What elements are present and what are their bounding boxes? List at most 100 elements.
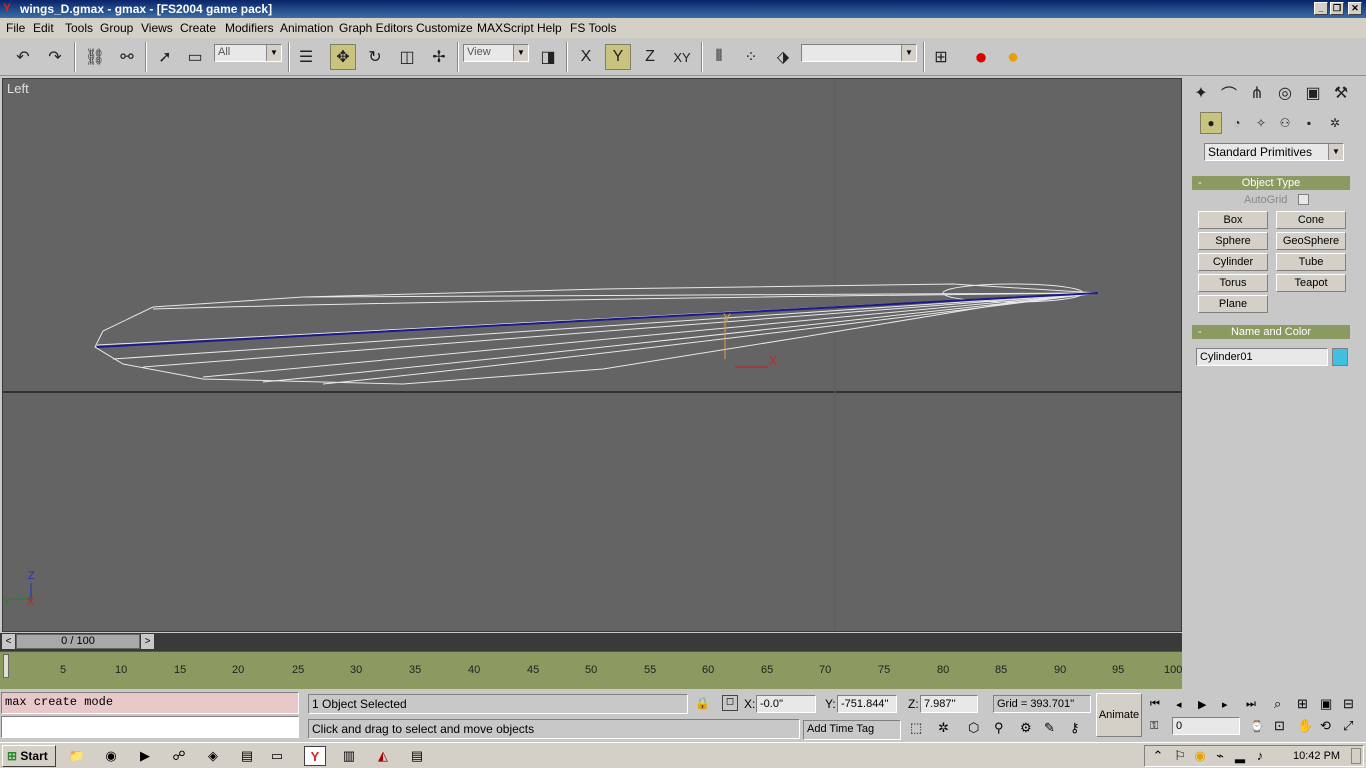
cylinder-button[interactable]: Cylinder — [1198, 253, 1268, 271]
clock[interactable]: 10:42 PM — [1293, 750, 1340, 762]
autogrid-checkbox[interactable] — [1298, 194, 1309, 205]
pivot-center-icon[interactable]: ◨ — [535, 44, 561, 70]
select-by-name-icon[interactable]: ☰ — [293, 44, 319, 70]
spinner-snap-icon[interactable]: ⚲ — [994, 720, 1004, 736]
pan-icon[interactable]: ✋ — [1297, 718, 1313, 734]
display-tab-icon[interactable]: ▣ — [1300, 80, 1326, 106]
start-button[interactable]: ⊞ Start — [2, 745, 56, 767]
menu-modifiers[interactable]: Modifiers — [225, 21, 274, 35]
y-coordinate-field[interactable]: -751.844'' — [837, 695, 897, 713]
manipulate-icon[interactable]: ✢ — [426, 44, 452, 70]
cameras-icon[interactable]: ⚇ — [1274, 112, 1296, 134]
menu-help[interactable]: Help — [537, 21, 562, 35]
teapot-button[interactable]: Teapot — [1276, 274, 1346, 292]
maximize-viewport-icon[interactable]: ⤢ — [1343, 718, 1353, 734]
selection-lock-icon[interactable]: ⚷ — [1070, 720, 1080, 736]
notepad-icon[interactable]: ▤ — [406, 746, 428, 766]
arc-rotate-icon[interactable]: ⟲ — [1320, 718, 1331, 734]
utilities-tab-icon[interactable]: ⚒ — [1328, 80, 1354, 106]
go-to-start-icon[interactable]: ⏮ — [1150, 698, 1160, 711]
lock-selection-icon[interactable]: 🔒 — [695, 696, 710, 710]
volume-icon[interactable]: ♪ — [1249, 746, 1271, 766]
maxscript-listener[interactable]: max create mode — [1, 692, 299, 714]
key-mode-icon[interactable]: ⚿ — [1150, 720, 1158, 733]
geometry-icon[interactable]: ● — [1200, 112, 1222, 134]
category-dropdown[interactable]: Standard Primitives ▼ — [1204, 143, 1344, 161]
window-icon[interactable]: ▭ — [266, 746, 288, 766]
media-player-icon[interactable]: ▶ — [134, 746, 156, 766]
hierarchy-tab-icon[interactable]: ⋔ — [1244, 80, 1270, 106]
next-frame-icon[interactable]: ▸ — [1222, 698, 1228, 711]
tube-button[interactable]: Tube — [1276, 253, 1346, 271]
frame-marker[interactable] — [3, 654, 9, 678]
helpers-icon[interactable]: ▪ — [1298, 112, 1320, 134]
object-name-field[interactable]: Cylinder01 — [1196, 348, 1328, 366]
show-desktop-button[interactable] — [1351, 748, 1361, 764]
schematic-view-icon[interactable]: ⊞ — [928, 44, 954, 70]
cone-button[interactable]: Cone — [1276, 211, 1346, 229]
zoom-extents-icon[interactable]: ▣ — [1320, 696, 1332, 712]
close-button[interactable]: ✕ — [1348, 2, 1362, 15]
menu-animation[interactable]: Animation — [280, 21, 333, 35]
time-slider-thumb[interactable]: 0 / 100 — [16, 634, 140, 649]
render-icon[interactable]: ● — [1000, 44, 1026, 70]
menu-edit[interactable]: Edit — [33, 21, 54, 35]
region-select-icon[interactable]: ▭ — [182, 44, 208, 70]
unlink-icon[interactable]: ⚯ — [114, 44, 140, 70]
space-warps-icon[interactable]: ✲ — [1324, 112, 1346, 134]
shapes-icon[interactable]: ◔ — [1226, 112, 1248, 134]
x-coordinate-field[interactable]: -0.0'' — [756, 695, 816, 713]
object-type-rollout-header[interactable]: - Object Type — [1192, 176, 1350, 190]
menu-views[interactable]: Views — [141, 21, 173, 35]
menu-customize[interactable]: Customize — [416, 21, 473, 35]
explorer-icon[interactable]: ▤ — [236, 746, 258, 766]
previous-frame-icon[interactable]: ◂ — [1176, 698, 1182, 711]
menu-create[interactable]: Create — [180, 21, 216, 35]
time-prev-button[interactable]: < — [2, 634, 15, 649]
select-and-rotate-icon[interactable]: ↻ — [362, 44, 388, 70]
animate-button[interactable]: Animate — [1096, 693, 1142, 737]
modify-tab-icon[interactable]: ⌒ — [1216, 80, 1242, 106]
menu-tools[interactable]: Tools — [65, 21, 93, 35]
signal-icon[interactable]: ▂ — [1229, 746, 1251, 766]
mirror-icon[interactable]: ⫴ — [706, 44, 732, 70]
time-config-icon[interactable]: ⌚ — [1250, 720, 1264, 733]
add-time-tag[interactable]: Add Time Tag — [803, 720, 901, 740]
folder-icon[interactable]: 📁 — [66, 746, 88, 766]
geosphere-button[interactable]: GeoSphere — [1276, 232, 1346, 250]
menu-graph-editors[interactable]: Graph Editors — [339, 21, 413, 35]
select-and-move-icon[interactable]: ✥ — [330, 44, 356, 70]
play-icon[interactable]: ▶ — [1198, 698, 1206, 711]
track-bar[interactable]: 5 10 15 20 25 30 35 40 45 50 55 60 65 70… — [0, 651, 1182, 689]
plane-button[interactable]: Plane — [1198, 295, 1268, 313]
lights-icon[interactable]: ✧ — [1250, 112, 1272, 134]
reference-coordinate-dropdown[interactable]: View ▼ — [463, 44, 529, 62]
absolute-mode-icon[interactable]: ◻ — [722, 695, 738, 711]
box-button[interactable]: Box — [1198, 211, 1268, 229]
sphere-button[interactable]: Sphere — [1198, 232, 1268, 250]
restrict-z-button[interactable]: Z — [637, 44, 663, 70]
snap-toggle-icon[interactable]: ⬚ — [910, 720, 922, 736]
z-coordinate-field[interactable]: 7.987'' — [920, 695, 978, 713]
app-icon[interactable]: ◈ — [202, 746, 224, 766]
zoom-extents-all-icon[interactable]: ⊟ — [1343, 696, 1354, 712]
region-zoom-icon[interactable]: ⊡ — [1274, 718, 1285, 734]
current-frame-field[interactable]: 0 — [1172, 717, 1240, 735]
torus-button[interactable]: Torus — [1198, 274, 1268, 292]
firefox-icon[interactable]: ◉ — [100, 746, 122, 766]
align-icon[interactable]: ⬗ — [770, 44, 796, 70]
object-color-swatch[interactable] — [1332, 348, 1348, 366]
minimize-button[interactable]: _ — [1314, 2, 1328, 15]
restore-button[interactable]: ❐ — [1330, 2, 1344, 15]
edit-named-selection-icon[interactable]: ✎ — [1044, 720, 1055, 736]
menu-file[interactable]: File — [6, 21, 25, 35]
named-selection-dropdown[interactable]: ▼ — [801, 44, 917, 62]
selection-filter-dropdown[interactable]: All ▼ — [214, 44, 282, 62]
select-and-scale-icon[interactable]: ◫ — [394, 44, 420, 70]
percent-snap-icon[interactable]: ⬡ — [968, 720, 979, 736]
gmax-taskbar-icon[interactable]: Y — [304, 746, 326, 766]
menu-group[interactable]: Group — [100, 21, 133, 35]
menu-maxscript[interactable]: MAXScript — [477, 21, 534, 35]
redo-icon[interactable]: ↷ — [42, 44, 68, 70]
gmax-app-icon[interactable]: Y — [3, 2, 16, 15]
